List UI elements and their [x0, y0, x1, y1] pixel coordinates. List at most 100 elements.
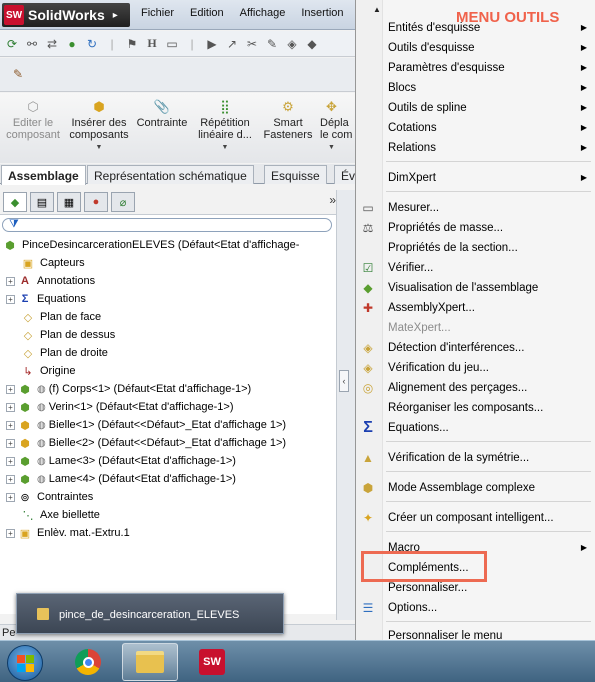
menu-item-visualisation-assemblage[interactable]: Visualisation de l'assemblage [388, 279, 593, 297]
collapse-panel-icon[interactable]: ‹ [339, 370, 349, 392]
scissors-icon[interactable]: ✂ [244, 36, 260, 52]
apple-icon[interactable]: ● [64, 36, 80, 52]
tree-item-enlev-mat[interactable]: + ▣ Enlèv. mat.-Extru.1 [6, 524, 130, 542]
menu-item-relations[interactable]: Relations ▶ [388, 139, 593, 157]
propertymanager-tab[interactable]: ▤ [30, 192, 54, 212]
menu-item-dimxpert[interactable]: DimXpert ▶ [388, 169, 593, 187]
tree-item-origine[interactable]: ↳ Origine [20, 362, 75, 380]
tab-esquisse[interactable]: Esquisse [264, 165, 327, 184]
expand-icon[interactable]: + [6, 438, 15, 448]
filter-input[interactable]: ⧩ [2, 218, 332, 232]
menu-item-entites-esquisse[interactable]: Entités d'esquisse ▶ [388, 19, 593, 37]
expand-icon[interactable]: + [6, 402, 15, 412]
menu-affichage[interactable]: Affichage [233, 7, 295, 19]
featuremanager-tab[interactable]: ◆ [3, 192, 27, 212]
chevron-down-icon[interactable]: ▼ [66, 142, 132, 154]
smart-fasteners-button[interactable]: ⚙ Smart Fasteners [260, 99, 316, 141]
refresh-icon[interactable]: ↻ [84, 36, 100, 52]
expand-icon[interactable]: + [6, 384, 15, 394]
insert-components-button[interactable]: ⬢ Insérer des composants ▼ [66, 99, 132, 154]
arrow-icon[interactable]: ↗ [224, 36, 240, 52]
tree-item-axe-biellette[interactable]: ⋱ Axe biellette [20, 506, 100, 524]
menu-insertion[interactable]: Insertion [294, 7, 352, 19]
pen-icon[interactable]: ✎ [10, 66, 26, 82]
h-icon[interactable]: H [144, 36, 160, 52]
tree-item-lame-3[interactable]: + ⬢ ◍ Lame<3> (Défaut<Etat d'affichage-1… [6, 452, 236, 470]
tree-item-corps[interactable]: + ⬢ ◍ (f) Corps<1> (Défaut<Etat d'affich… [6, 380, 251, 398]
expand-icon[interactable]: + [6, 474, 15, 484]
menu-item-alignement-percages[interactable]: Alignement des perçages... [388, 379, 593, 397]
expand-icon[interactable]: + [6, 528, 15, 538]
menu-edition[interactable]: Edition [183, 7, 233, 19]
mate-button[interactable]: 📎 Contrainte [134, 99, 190, 129]
sketch-icon[interactable]: ✎ [264, 36, 280, 52]
taskbar-thumbnail-tooltip[interactable]: pince_de_desincarceration_ELEVES [16, 593, 284, 634]
menu-item-equations[interactable]: Equations... [388, 419, 593, 437]
menu-item-blocs[interactable]: Blocs ▶ [388, 79, 593, 97]
menu-item-personnaliser-menu[interactable]: Personnaliser le menu [388, 627, 593, 645]
tree-item-plan-de-dessus[interactable]: ◇ Plan de dessus [20, 326, 115, 344]
taskbar-chrome[interactable] [60, 643, 116, 681]
shapes-icon[interactable]: ◆ [304, 36, 320, 52]
edit-component-button[interactable]: ⬡ Editer le composant [4, 99, 62, 141]
tab-evaluer[interactable]: Év [334, 165, 355, 184]
menu-item-outils-esquisse[interactable]: Outils d'esquisse ▶ [388, 39, 593, 57]
move-component-button[interactable]: ✥ Dépla le com ▼ [320, 99, 355, 154]
scroll-up-icon[interactable]: ▲ [373, 5, 381, 14]
configurationmanager-tab[interactable]: ▦ [57, 192, 81, 212]
menu-item-parametres-esquisse[interactable]: Paramètres d'esquisse ▶ [388, 59, 593, 77]
menu-item-mesurer[interactable]: Mesurer... [388, 199, 593, 217]
start-button[interactable] [7, 645, 43, 681]
tree-root[interactable]: ⬢ PinceDesincarcerationELEVES (Défaut<Et… [2, 236, 299, 254]
play-icon[interactable]: ▶ [204, 36, 220, 52]
tree-item-plan-de-droite[interactable]: ◇ Plan de droite [20, 344, 108, 362]
chevron-down-icon[interactable]: ▼ [328, 142, 355, 154]
tree-item-annotations[interactable]: + A Annotations [6, 272, 95, 290]
flag-icon[interactable]: ⚑ [124, 36, 140, 52]
menu-item-cotations[interactable]: Cotations ▶ [388, 119, 593, 137]
displaymanager-tab[interactable]: ● [84, 192, 108, 212]
tree-item-plan-de-face[interactable]: ◇ Plan de face [20, 308, 101, 326]
expand-icon[interactable]: + [6, 294, 15, 304]
menu-item-proprietes-section[interactable]: Propriétés de la section... [388, 239, 593, 257]
expand-icon[interactable]: + [6, 456, 15, 466]
component-icon[interactable]: ◈ [284, 36, 300, 52]
ruler-icon[interactable]: ▭ [164, 36, 180, 52]
menu-item-options[interactable]: Options... [388, 599, 593, 617]
tree-item-contraintes[interactable]: + ⊚ Contraintes [6, 488, 93, 506]
dimxpertmanager-tab[interactable]: ⌀ [111, 192, 135, 212]
tree-item-capteurs[interactable]: ▣ Capteurs [20, 254, 85, 272]
menu-fichier[interactable]: Fichier [134, 7, 183, 19]
menu-item-composant-intelligent[interactable]: Créer un composant intelligent... [388, 509, 593, 527]
panel-splitter[interactable]: ‹ [336, 190, 355, 620]
tree-item-label: Equations [37, 293, 86, 305]
menu-item-assemblyxpert[interactable]: AssemblyXpert... [388, 299, 593, 317]
linear-pattern-button[interactable]: ⣿ Répétition linéaire d... ▼ [194, 99, 256, 154]
tree-item-equations[interactable]: + Σ Equations [6, 290, 86, 308]
tree-item-bielle-1[interactable]: + ⬢ ◍ Bielle<1> (Défaut<<Défaut>_Etat d'… [6, 416, 286, 434]
menu-item-mode-assemblage-complexe[interactable]: Mode Assemblage complexe [388, 479, 593, 497]
tree-item-lame-4[interactable]: + ⬢ ◍ Lame<4> (Défaut<Etat d'affichage-1… [6, 470, 236, 488]
chevron-down-icon[interactable]: ▼ [194, 142, 256, 154]
rebuild-icon[interactable]: ⟳ [4, 36, 20, 52]
expand-icon[interactable]: + [6, 276, 15, 286]
dimension-icon[interactable]: ⇄ [44, 36, 60, 52]
menu-item-detection-interferences[interactable]: Détection d'interférences... [388, 339, 593, 357]
menu-item-reorganiser-composants[interactable]: Réorganiser les composants... [388, 399, 593, 417]
taskbar-explorer[interactable] [122, 643, 178, 681]
link-icon[interactable]: ⚯ [24, 36, 40, 52]
expand-icon[interactable]: + [6, 420, 15, 430]
taskbar-solidworks[interactable]: SW [184, 643, 240, 681]
tree-item-verin[interactable]: + ⬢ ◍ Verin<1> (Défaut<Etat d'affichage-… [6, 398, 233, 416]
menu-item-verifier[interactable]: Vérifier... [388, 259, 593, 277]
menu-item-verification-jeu[interactable]: Vérification du jeu... [388, 359, 593, 377]
expand-icon[interactable]: + [6, 492, 15, 502]
tree-item-bielle-2[interactable]: + ⬢ ◍ Bielle<2> (Défaut<<Défaut>_Etat d'… [6, 434, 286, 452]
tab-assemblage[interactable]: Assemblage [1, 165, 86, 185]
tab-representation-schematique[interactable]: Représentation schématique [87, 165, 254, 184]
menu-item-proprietes-masse[interactable]: Propriétés de masse... [388, 219, 593, 237]
expand-panel-icon[interactable]: » [329, 193, 336, 207]
menu-item-outils-spline[interactable]: Outils de spline ▶ [388, 99, 593, 117]
menu-item-verification-symetrie[interactable]: Vérification de la symétrie... [388, 449, 593, 467]
solidworks-logo-button[interactable]: SW SolidWorks ▸ [2, 3, 130, 27]
